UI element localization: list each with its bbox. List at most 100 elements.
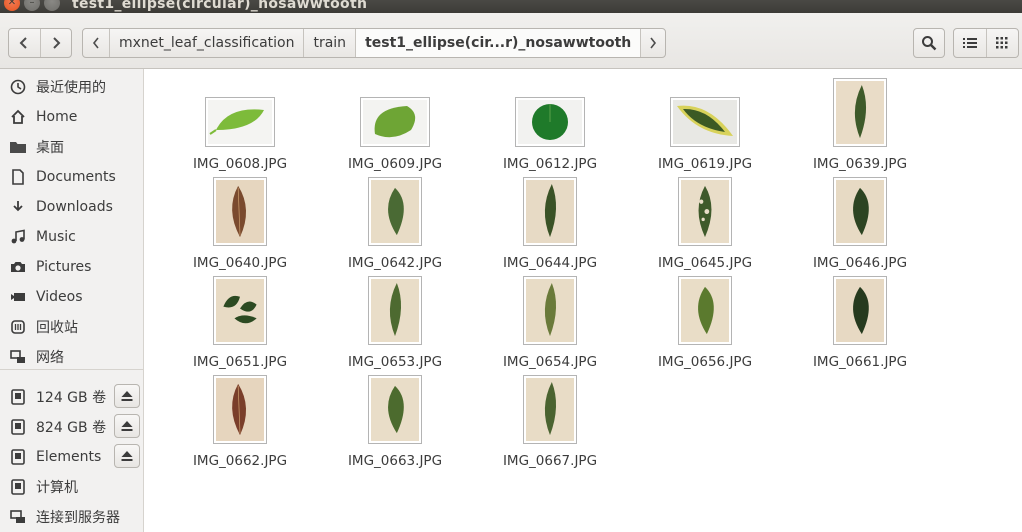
file-thumbnail <box>523 177 577 246</box>
forward-button[interactable] <box>39 29 72 57</box>
file-item[interactable]: IMG_0644.JPG <box>490 176 610 271</box>
search-icon <box>922 36 937 51</box>
sidebar-item-label: 网络 <box>36 350 64 366</box>
sidebar-item-label: Documents <box>36 169 116 185</box>
file-item[interactable]: IMG_0656.JPG <box>645 275 765 370</box>
sidebar-item[interactable]: 824 GB 卷 <box>0 412 143 442</box>
file-item[interactable]: IMG_0646.JPG <box>800 176 920 271</box>
file-item[interactable]: IMG_0612.JPG <box>490 77 610 172</box>
search-button[interactable] <box>913 28 945 58</box>
sidebar-item[interactable]: 124 GB 卷 <box>0 382 143 412</box>
eject-button[interactable] <box>114 384 140 408</box>
file-item[interactable]: IMG_0645.JPG <box>645 176 765 271</box>
file-name: IMG_0644.JPG <box>502 255 598 271</box>
chevron-left-icon <box>19 37 27 49</box>
sidebar-item-label: Music <box>36 229 76 245</box>
sidebar-item[interactable]: Home <box>0 102 143 132</box>
video-icon <box>8 287 28 307</box>
file-name: IMG_0656.JPG <box>657 354 753 370</box>
eject-icon <box>121 451 133 461</box>
camera-icon <box>8 257 28 277</box>
grid-view-button[interactable] <box>985 29 1019 57</box>
file-name: IMG_0661.JPG <box>812 354 908 370</box>
file-item[interactable]: IMG_0640.JPG <box>180 176 300 271</box>
document-icon <box>8 167 28 187</box>
file-name: IMG_0667.JPG <box>502 453 598 469</box>
eject-button[interactable] <box>114 414 140 438</box>
window-minimize-button[interactable]: – <box>24 0 40 11</box>
window-maximize-button[interactable] <box>44 0 60 11</box>
file-name: IMG_0662.JPG <box>192 453 288 469</box>
file-item[interactable]: IMG_0663.JPG <box>335 374 455 469</box>
sidebar-item[interactable]: 连接到服务器 <box>0 502 143 532</box>
file-name: IMG_0663.JPG <box>347 453 443 469</box>
file-name: IMG_0646.JPG <box>812 255 908 271</box>
file-item[interactable]: IMG_0642.JPG <box>335 176 455 271</box>
sidebar-item[interactable]: Downloads <box>0 192 143 222</box>
sidebar-item[interactable]: 最近使用的 <box>0 72 143 102</box>
sidebar-item-label: Videos <box>36 289 83 305</box>
sidebar-item[interactable]: Videos <box>0 282 143 312</box>
drive-icon <box>8 447 28 467</box>
file-thumbnail <box>833 78 887 147</box>
file-item[interactable]: IMG_0654.JPG <box>490 275 610 370</box>
file-name: IMG_0640.JPG <box>192 255 288 271</box>
sidebar-item[interactable]: 网络 <box>0 342 143 372</box>
sidebar-item-label: Elements <box>36 449 102 465</box>
breadcrumb-item[interactable]: train <box>303 29 355 57</box>
list-view-button[interactable] <box>954 29 986 57</box>
file-name: IMG_0653.JPG <box>347 354 443 370</box>
sidebar-item[interactable]: Documents <box>0 162 143 192</box>
file-thumbnail <box>213 177 267 246</box>
sidebar-item[interactable]: 计算机 <box>0 472 143 502</box>
file-thumbnail <box>833 276 887 345</box>
file-item[interactable]: IMG_0639.JPG <box>800 77 920 172</box>
file-item[interactable]: IMG_0667.JPG <box>490 374 610 469</box>
sidebar-item[interactable]: 桌面 <box>0 132 143 162</box>
file-name: IMG_0645.JPG <box>657 255 753 271</box>
grid-view-icon <box>996 37 1008 49</box>
sidebar-item[interactable]: Music <box>0 222 143 252</box>
history-nav <box>8 28 72 58</box>
sidebar-item-label: 桌面 <box>36 140 64 156</box>
file-item[interactable]: IMG_0619.JPG <box>645 77 765 172</box>
file-item[interactable]: IMG_0608.JPG <box>180 77 300 172</box>
file-thumbnail <box>678 177 732 246</box>
chevron-left-icon <box>92 37 99 49</box>
sidebar-item-label: 824 GB 卷 <box>36 420 107 436</box>
file-item[interactable]: IMG_0609.JPG <box>335 77 455 172</box>
back-button[interactable] <box>9 29 40 57</box>
header-bar: mxnet_leaf_classification train test1_el… <box>0 13 1022 69</box>
sidebar-item[interactable]: Pictures <box>0 252 143 282</box>
sidebar-item-label: 最近使用的 <box>36 80 106 96</box>
eject-icon <box>121 421 133 431</box>
breadcrumb-scroll-left[interactable] <box>83 29 109 57</box>
music-icon <box>8 227 28 247</box>
file-item[interactable]: IMG_0661.JPG <box>800 275 920 370</box>
download-icon <box>8 197 28 217</box>
file-name: IMG_0639.JPG <box>812 156 908 172</box>
sidebar-item[interactable]: Elements <box>0 442 143 472</box>
breadcrumb-scroll-right[interactable] <box>640 29 665 57</box>
file-name: IMG_0619.JPG <box>657 156 753 172</box>
breadcrumb-item[interactable]: mxnet_leaf_classification <box>109 29 303 57</box>
window-title: test1_ellipse(circular)_nosawwtooth <box>72 0 368 12</box>
file-thumbnail <box>368 276 422 345</box>
trash-icon <box>8 317 28 337</box>
file-thumbnail <box>523 276 577 345</box>
file-name: IMG_0642.JPG <box>347 255 443 271</box>
sidebar-item-label: 计算机 <box>36 480 78 496</box>
sidebar-item-label: 回收站 <box>36 320 78 336</box>
file-name: IMG_0651.JPG <box>192 354 288 370</box>
breadcrumb-current[interactable]: test1_ellipse(cir...r)_nosawwtooth <box>355 29 641 57</box>
file-thumbnail <box>360 97 430 147</box>
recent-clock-icon <box>8 77 28 97</box>
file-item[interactable]: IMG_0653.JPG <box>335 275 455 370</box>
file-name: IMG_0654.JPG <box>502 354 598 370</box>
window-close-button[interactable]: ✕ <box>4 0 20 11</box>
file-item[interactable]: IMG_0651.JPG <box>180 275 300 370</box>
eject-button[interactable] <box>114 444 140 468</box>
file-thumbnail <box>368 375 422 444</box>
file-item[interactable]: IMG_0662.JPG <box>180 374 300 469</box>
sidebar-item[interactable]: 回收站 <box>0 312 143 342</box>
